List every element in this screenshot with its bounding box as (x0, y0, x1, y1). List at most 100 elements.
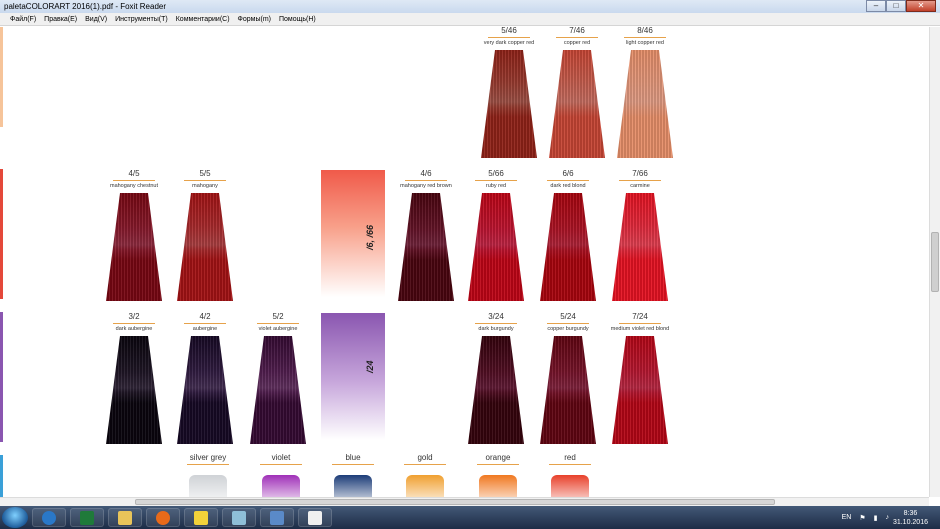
taskbar: EN ⚑ ▮ ♪ 8:36 31.10.2016 (0, 506, 940, 529)
tone-orange: orange (473, 453, 523, 497)
taskbar-monitor-icon[interactable] (260, 508, 294, 527)
swatch-name: mahogany chestnut (109, 183, 158, 189)
minimize-button[interactable]: – (866, 0, 886, 12)
swatch-name: light copper red (626, 40, 664, 46)
hair-swatch-image (106, 193, 162, 301)
tone-label: violet (271, 453, 291, 462)
swatch-swatches_row3_left-0: 3/2 dark aubergine (101, 312, 167, 333)
swatch-name: very dark copper red (483, 40, 535, 46)
menu-view[interactable]: Вид(V) (81, 13, 111, 25)
hair-swatch-image (540, 336, 596, 444)
section-bar-red (0, 169, 3, 299)
tone-label: silver grey (189, 453, 227, 462)
swatch-code: 5/66 (488, 169, 504, 178)
vertical-scrollbar[interactable] (929, 27, 940, 497)
menu-forms[interactable]: Формы(m) (234, 13, 275, 25)
swatch-swatches_row3_right-2: 7/24 medium violet red blond (607, 312, 673, 333)
clock-time: 8:36 (903, 509, 918, 517)
swatch-underline (113, 180, 155, 181)
swatch-name: dark burgundy (478, 326, 514, 332)
vertical-scroll-thumb[interactable] (931, 232, 939, 292)
tone-red: red (545, 453, 595, 497)
hair-swatch-image (540, 193, 596, 301)
swatch-underline (547, 180, 589, 181)
swatch-underline (475, 323, 517, 324)
swatch-swatches_row1-1: 7/46 copper red (544, 27, 610, 47)
taskbar-ie-icon[interactable] (32, 508, 66, 527)
menu-help[interactable]: Помощь(H) (275, 13, 320, 25)
swatch-code: 5/24 (560, 312, 576, 321)
tone-block-66-label: /6, /66 (365, 224, 375, 250)
hair-swatch-image (398, 193, 454, 301)
swatch-code: 5/5 (199, 169, 211, 178)
swatch-underline (113, 323, 155, 324)
flag-icon[interactable]: ⚑ (859, 514, 865, 522)
menu-comments[interactable]: Комментарии(C) (172, 13, 234, 25)
swatch-code: 8/46 (637, 27, 653, 35)
tone-block-24: /24 (321, 313, 385, 440)
tone-underline (332, 464, 374, 465)
taskbar-batman-icon[interactable] (184, 508, 218, 527)
tone-swatch (406, 475, 444, 497)
start-button[interactable] (2, 507, 28, 528)
taskbar-folder-icon[interactable] (108, 508, 142, 527)
menu-file[interactable]: Файл(F) (6, 13, 40, 25)
tone-label: gold (417, 453, 433, 462)
hair-swatch-image (106, 336, 162, 444)
swatch-code: 7/24 (632, 312, 648, 321)
swatch-name: copper burgundy (547, 326, 589, 332)
network-icon[interactable]: ▮ (874, 514, 878, 522)
taskbar-app-icon[interactable] (222, 508, 256, 527)
swatch-name: ruby red (485, 183, 507, 189)
swatch-swatches_row3_right-0: 3/24 dark burgundy (463, 312, 529, 333)
taskbar-firefox-icon[interactable] (146, 508, 180, 527)
tone-underline (187, 464, 229, 465)
swatch-code: 4/6 (420, 169, 432, 178)
horizontal-scrollbar[interactable] (0, 497, 929, 506)
hair-swatch-image (177, 193, 233, 301)
tone-blue: blue (328, 453, 378, 497)
swatch-underline (619, 180, 661, 181)
menu-edit[interactable]: Правка(E) (40, 13, 81, 25)
swatch-swatches_row2_left-0: 4/5 mahogany chestnut (101, 169, 167, 190)
swatch-underline (475, 180, 517, 181)
tone-gold: gold (400, 453, 450, 497)
foxit-reader-window: paletaCOLORART 2016(1).pdf - Foxit Reade… (0, 0, 940, 529)
clock[interactable]: 8:36 31.10.2016 (893, 509, 928, 527)
swatch-code: 6/6 (562, 169, 574, 178)
swatch-code: 3/2 (128, 312, 140, 321)
swatch-name: mahogany red brown (400, 183, 452, 189)
taskbar-excel-icon[interactable] (70, 508, 104, 527)
swatch-name: copper red (563, 40, 591, 46)
swatch-underline (184, 323, 226, 324)
tone-underline (477, 464, 519, 465)
tone-swatch (262, 475, 300, 497)
tone-swatch (479, 475, 517, 497)
tone-swatch (551, 475, 589, 497)
menu-bar: Файл(F) Правка(E) Вид(V) Инструменты(T) … (0, 13, 940, 26)
swatch-code: 5/2 (272, 312, 284, 321)
swatch-underline (257, 323, 299, 324)
menu-tools[interactable]: Инструменты(T) (111, 13, 172, 25)
swatch-underline (405, 180, 447, 181)
swatch-name: medium violet red blond (610, 326, 670, 332)
tone-swatch (334, 475, 372, 497)
taskbar-foxit-icon[interactable] (298, 508, 332, 527)
tone-block-24-gradient (321, 313, 385, 440)
close-button[interactable]: ✕ (906, 0, 936, 12)
volume-icon[interactable]: ♪ (885, 514, 889, 521)
swatch-code: 4/2 (199, 312, 211, 321)
tone-label: orange (485, 453, 511, 462)
hair-swatch-image (468, 336, 524, 444)
swatch-name: dark aubergine (115, 326, 153, 332)
swatch-name: violet aubergine (258, 326, 298, 332)
maximize-button[interactable]: □ (886, 0, 906, 12)
swatch-name: carmine (630, 183, 650, 189)
tone-silver-grey: silver grey (183, 453, 233, 497)
tone-underline (260, 464, 302, 465)
swatch-underline (619, 323, 661, 324)
horizontal-scroll-thumb[interactable] (135, 499, 775, 505)
language-indicator[interactable]: EN (842, 514, 852, 521)
swatch-swatches_row2_right-2: 6/6 dark red blond (535, 169, 601, 190)
swatch-underline (488, 37, 530, 38)
